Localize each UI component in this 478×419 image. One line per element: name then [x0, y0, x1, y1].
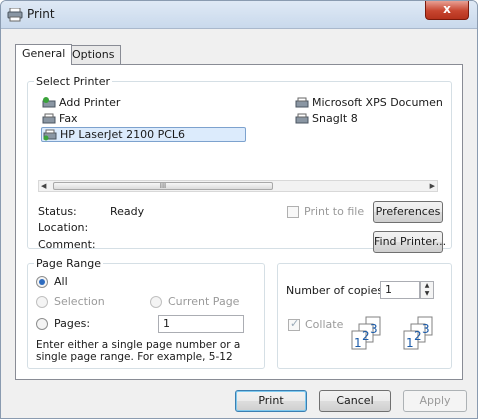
- svg-text:2: 2: [362, 329, 370, 343]
- printer-snagit[interactable]: SnagIt 8: [295, 112, 358, 125]
- printer-add-printer[interactable]: Add Printer: [42, 96, 120, 109]
- select-printer-group: Select Printer Add Printer Fax HP LaserJ…: [27, 75, 452, 253]
- copies-label: Number of copies:: [286, 284, 387, 297]
- print-to-file-label: Print to file: [304, 205, 365, 218]
- pages-label: Pages:: [54, 317, 91, 330]
- status-label: Status:: [38, 205, 77, 218]
- copies-input[interactable]: 1: [380, 281, 420, 299]
- spin-up-icon[interactable]: ▲: [421, 282, 433, 290]
- selection-label: Selection: [54, 295, 105, 308]
- printer-name: HP LaserJet 2100 PCL6: [60, 128, 186, 141]
- page-range-legend: Page Range: [34, 257, 103, 270]
- printer-icon: [295, 97, 309, 107]
- printer-name: Microsoft XPS Documen: [312, 96, 443, 109]
- cancel-button[interactable]: Cancel: [319, 390, 391, 412]
- comment-label: Comment:: [38, 238, 96, 251]
- printer-hp-laserjet[interactable]: HP LaserJet 2100 PCL6: [41, 127, 247, 142]
- svg-text:3: 3: [370, 322, 378, 336]
- page-range-hint: Enter either a single page number or a s…: [36, 339, 241, 363]
- scrollbar-thumb[interactable]: III: [53, 182, 273, 190]
- printer-icon: [295, 113, 309, 123]
- all-pages-radio[interactable]: [36, 276, 48, 288]
- select-printer-legend: Select Printer: [34, 75, 113, 88]
- print-button[interactable]: Print: [235, 390, 307, 412]
- fax-icon: [42, 113, 56, 123]
- svg-text:2: 2: [414, 329, 422, 343]
- preferences-button[interactable]: Preferences: [373, 201, 443, 223]
- svg-text:1: 1: [354, 336, 362, 350]
- pages-radio[interactable]: [36, 318, 48, 330]
- printer-list-scrollbar[interactable]: ◀ III ▶: [38, 180, 438, 192]
- location-label: Location:: [38, 221, 89, 234]
- current-page-label: Current Page: [168, 295, 240, 308]
- title-bar[interactable]: Print x: [1, 1, 477, 29]
- print-to-file-checkbox[interactable]: [287, 206, 299, 218]
- scroll-right-icon[interactable]: ▶: [430, 181, 435, 191]
- tab-general[interactable]: General: [15, 44, 73, 65]
- current-page-radio[interactable]: [150, 296, 162, 308]
- printer-name: SnagIt 8: [312, 112, 358, 125]
- printer-microsoft-xps[interactable]: Microsoft XPS Documen: [295, 96, 443, 109]
- pages-input[interactable]: 1: [158, 315, 244, 333]
- printer-name: Add Printer: [59, 96, 121, 109]
- general-panel: Select Printer Add Printer Fax HP LaserJ…: [15, 64, 463, 380]
- page-range-group: Page Range All Selection Current Page Pa…: [27, 257, 265, 369]
- tab-options[interactable]: Options: [65, 45, 122, 64]
- collate-checkbox[interactable]: [288, 317, 300, 331]
- printer-name: Fax: [59, 112, 78, 125]
- svg-text:1: 1: [406, 336, 414, 350]
- print-dialog: Print x General Options Select Printer A…: [0, 0, 478, 419]
- add-printer-icon: [42, 96, 56, 107]
- printer-icon: [7, 7, 23, 25]
- svg-text:3: 3: [422, 322, 430, 336]
- collate-illustration-icon: 123 123: [351, 316, 433, 350]
- collate-label: Collate: [305, 318, 344, 331]
- scroll-left-icon[interactable]: ◀: [41, 181, 46, 191]
- printer-fax[interactable]: Fax: [42, 112, 78, 125]
- find-printer-button[interactable]: Find Printer...: [373, 231, 446, 253]
- printer-icon: [43, 129, 57, 140]
- apply-button[interactable]: Apply: [403, 390, 467, 412]
- all-pages-label: All: [54, 275, 68, 288]
- status-value: Ready: [110, 205, 145, 218]
- copies-group: Number of copies: 1 ▲ ▼ Collate 123 123: [277, 263, 452, 369]
- spin-down-icon[interactable]: ▼: [421, 290, 433, 298]
- selection-radio[interactable]: [36, 296, 48, 308]
- close-button[interactable]: x: [425, 1, 469, 20]
- copies-spinner[interactable]: ▲ ▼: [420, 281, 434, 299]
- window-title: Print: [27, 7, 55, 21]
